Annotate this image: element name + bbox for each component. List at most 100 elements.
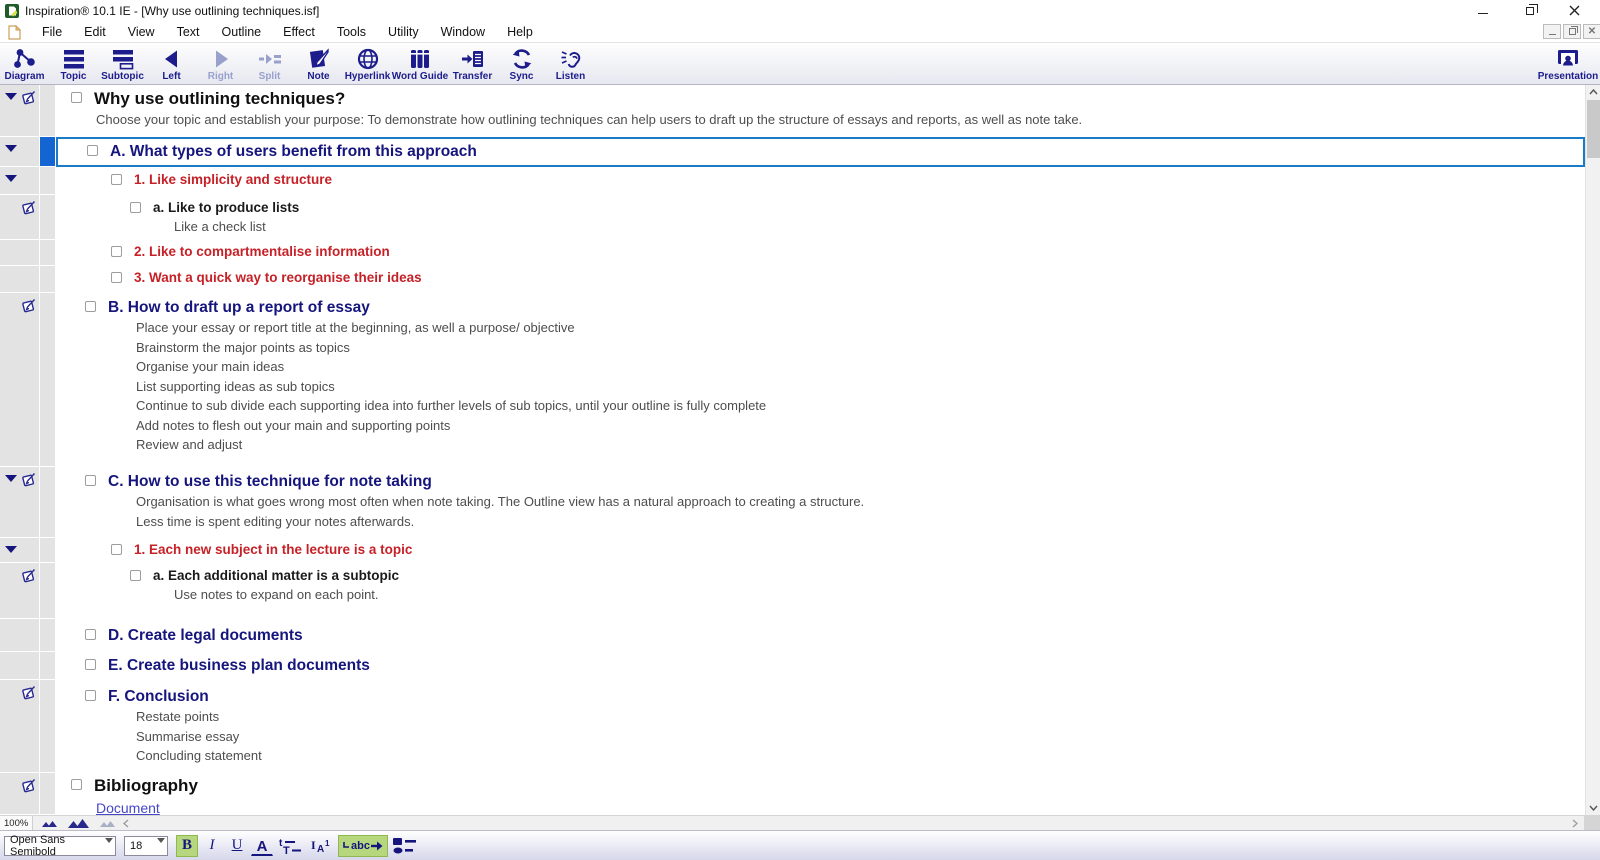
note-text[interactable]: Add notes to flesh out your main and sup… xyxy=(136,416,1585,436)
scroll-left-icon[interactable] xyxy=(123,819,129,828)
selection-gutter[interactable] xyxy=(40,467,56,538)
topic-c[interactable]: C. How to use this technique for note ta… xyxy=(108,471,432,492)
topic-d[interactable]: D. Create legal documents xyxy=(108,625,303,646)
mdi-minimize-icon[interactable] xyxy=(1543,24,1561,39)
note-text[interactable]: List supporting ideas as sub topics xyxy=(136,377,1585,397)
selection-gutter[interactable] xyxy=(40,563,56,619)
selection-gutter[interactable] xyxy=(40,266,56,293)
note-text[interactable]: Restate points xyxy=(136,707,1585,727)
underline-button[interactable]: U xyxy=(226,835,248,857)
horizontal-scrollbar[interactable] xyxy=(135,816,1566,830)
topic-checkbox[interactable] xyxy=(85,659,96,670)
right-button[interactable]: Right xyxy=(196,47,245,84)
listen-button[interactable]: Listen xyxy=(546,47,595,84)
topic-checkbox[interactable] xyxy=(85,301,96,312)
text-color-button[interactable]: A xyxy=(251,838,273,856)
note-button[interactable]: Note xyxy=(294,47,343,84)
topic-a2[interactable]: 2. Like to compartmentalise information xyxy=(134,243,390,261)
collapse-triangle-icon[interactable] xyxy=(5,475,17,482)
collapse-triangle-icon[interactable] xyxy=(5,175,17,182)
topic-e[interactable]: E. Create business plan documents xyxy=(108,655,370,676)
spell-check-button[interactable]: abc xyxy=(338,835,388,857)
note-text[interactable]: Like a check list xyxy=(174,217,1585,237)
topic-checkbox[interactable] xyxy=(85,475,96,486)
note-marker-icon[interactable] xyxy=(21,472,37,488)
collapse-triangle-icon[interactable] xyxy=(5,546,17,553)
topic-c1[interactable]: 1. Each new subject in the lecture is a … xyxy=(134,541,412,559)
note-text[interactable]: Review and adjust xyxy=(136,435,1585,455)
selection-gutter[interactable] xyxy=(40,293,56,467)
zoom-in-mountain-icon[interactable] xyxy=(67,817,91,829)
selection-gutter[interactable] xyxy=(40,167,56,195)
mdi-restore-icon[interactable] xyxy=(1563,24,1581,39)
selection-gutter[interactable] xyxy=(40,240,56,266)
topic-checkbox[interactable] xyxy=(130,570,141,581)
collapse-triangle-icon[interactable] xyxy=(5,93,17,100)
menu-file[interactable]: File xyxy=(31,25,73,39)
note-text[interactable]: Organise your main ideas xyxy=(136,357,1585,377)
topic-checkbox[interactable] xyxy=(130,202,141,213)
collapse-triangle-icon[interactable] xyxy=(5,145,17,152)
topic-checkbox[interactable] xyxy=(111,272,122,283)
text-size-button[interactable]: t T xyxy=(276,835,304,857)
italic-button[interactable]: I xyxy=(201,835,223,857)
note-text[interactable]: Continue to sub divide each supporting i… xyxy=(136,396,1585,416)
presentation-button[interactable]: Presentation xyxy=(1536,47,1600,84)
selection-gutter[interactable] xyxy=(40,195,56,240)
scroll-down-icon[interactable] xyxy=(1586,801,1600,815)
note-marker-icon[interactable] xyxy=(21,200,37,216)
note-marker-icon[interactable] xyxy=(21,685,37,701)
selection-gutter[interactable] xyxy=(40,538,56,563)
selection-gutter[interactable] xyxy=(40,85,56,137)
topic-checkbox[interactable] xyxy=(111,174,122,185)
hyperlink-button[interactable]: Hyperlink xyxy=(343,47,392,84)
note-text[interactable]: Choose your topic and establish your pur… xyxy=(96,110,1585,130)
note-marker-icon[interactable] xyxy=(21,778,37,794)
selection-bar[interactable] xyxy=(40,137,56,167)
scroll-right-icon[interactable] xyxy=(1572,819,1578,828)
selection-gutter[interactable] xyxy=(40,619,56,652)
topic-checkbox[interactable] xyxy=(71,92,82,103)
topic-a1[interactable]: 1. Like simplicity and structure xyxy=(134,171,332,189)
topic-checkbox[interactable] xyxy=(85,629,96,640)
diagram-button[interactable]: Diagram xyxy=(0,47,49,84)
menu-edit[interactable]: Edit xyxy=(73,25,117,39)
topic-bibliography[interactable]: Bibliography xyxy=(94,775,198,797)
topic-f[interactable]: F. Conclusion xyxy=(108,686,209,707)
note-text[interactable]: Less time is spent editing your notes af… xyxy=(136,512,1585,532)
topic-checkbox[interactable] xyxy=(87,145,98,156)
word-guide-button[interactable]: Word Guide xyxy=(392,47,448,84)
menu-text[interactable]: Text xyxy=(166,25,211,39)
topic-checkbox[interactable] xyxy=(111,246,122,257)
topic-a[interactable]: A. What types of users benefit from this… xyxy=(110,141,477,162)
topic-a3[interactable]: 3. Want a quick way to reorganise their … xyxy=(134,269,422,287)
menu-tools[interactable]: Tools xyxy=(326,25,377,39)
document-link[interactable]: Document xyxy=(96,800,160,816)
mdi-close-icon[interactable]: ✕ xyxy=(1583,24,1600,39)
zoom-fit-mountain-icon[interactable] xyxy=(99,818,117,828)
topic-button[interactable]: Topic xyxy=(49,47,98,84)
note-text[interactable]: Place your essay or report title at the … xyxy=(136,318,1585,338)
minimize-icon[interactable] xyxy=(1475,3,1491,18)
note-text[interactable]: Brainstorm the major points as topics xyxy=(136,338,1585,358)
menu-effect[interactable]: Effect xyxy=(272,25,326,39)
font-size-select[interactable]: 18 xyxy=(124,836,168,856)
menu-window[interactable]: Window xyxy=(430,25,496,39)
selection-gutter[interactable] xyxy=(40,652,56,680)
restore-icon[interactable] xyxy=(1522,3,1538,18)
note-text[interactable]: Summarise essay xyxy=(136,727,1585,747)
vertical-scroll-thumb[interactable] xyxy=(1587,100,1600,158)
note-text[interactable]: Organisation is what goes wrong most oft… xyxy=(136,492,1585,512)
topic-checkbox[interactable] xyxy=(111,544,122,555)
left-button[interactable]: Left xyxy=(147,47,196,84)
subtopic-button[interactable]: Subtopic xyxy=(98,47,147,84)
topic-c1a[interactable]: a. Each additional matter is a subtopic xyxy=(153,567,399,585)
selection-gutter[interactable] xyxy=(40,773,56,815)
menu-help[interactable]: Help xyxy=(496,25,544,39)
scroll-up-icon[interactable] xyxy=(1586,85,1600,99)
topic-checkbox[interactable] xyxy=(85,690,96,701)
font-family-select[interactable]: Open Sans Semibold xyxy=(4,836,116,856)
note-text[interactable]: Concluding statement xyxy=(136,746,1585,766)
menu-view[interactable]: View xyxy=(117,25,166,39)
topic-checkbox[interactable] xyxy=(71,779,82,790)
